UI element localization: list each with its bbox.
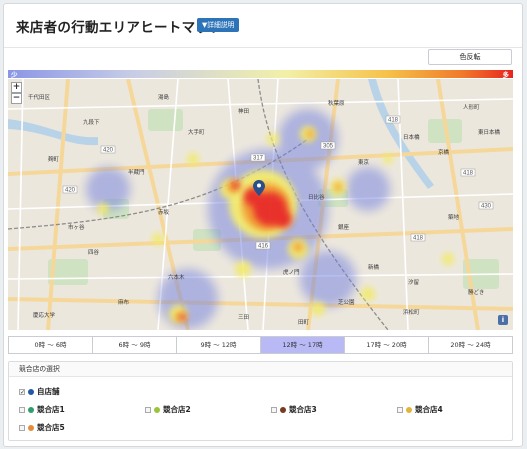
competitor-1-checkbox[interactable] [19, 406, 25, 413]
own-store-dot-icon [28, 388, 34, 395]
place-label: 市ヶ谷 [68, 223, 85, 231]
gradient-low-label: 少 [11, 71, 18, 79]
place-label: 田町 [298, 319, 310, 326]
road-label-420b: 420 [65, 188, 76, 194]
time-tab-6-9[interactable]: 6時 〜 9時 [93, 337, 177, 353]
road-label-420a: 420 [103, 148, 114, 154]
place-label: 日比谷 [308, 193, 325, 201]
place-label: 虎ノ門 [283, 268, 300, 276]
zoom-in-button[interactable]: + [11, 82, 22, 93]
road-label-416: 416 [258, 244, 269, 250]
own-store-label: 自店舗 [37, 387, 60, 396]
road-label-418b: 418 [413, 236, 424, 242]
place-label: 麻布 [118, 298, 130, 306]
heatmap-map[interactable]: 420 420 317 305 418 418 418 416 430 千代田区… [8, 79, 513, 330]
road-label-418c: 418 [463, 171, 474, 177]
time-tab-20-24[interactable]: 20時 〜 24時 [429, 337, 512, 353]
heat-gradient-legend: 少 多 [8, 70, 513, 79]
competitor-heading: 競合店の選択 [9, 362, 512, 377]
road-label-418a: 418 [388, 118, 399, 124]
place-label: 芝公園 [338, 298, 355, 306]
place-label: 神田 [238, 107, 249, 115]
competitor-3-label: 競合店3 [289, 405, 317, 414]
place-label: 三田 [238, 314, 249, 321]
place-label: 新橋 [368, 263, 380, 271]
competitor-5-option[interactable]: 競合店5 [19, 422, 65, 433]
place-label: 六本木 [168, 273, 185, 281]
place-label: 半蔵門 [128, 168, 145, 176]
road-label-317: 317 [253, 156, 264, 162]
gradient-high-label: 多 [502, 71, 510, 79]
invert-colors-button[interactable]: 色反転 [428, 49, 512, 65]
place-label: 浜松町 [403, 308, 420, 316]
place-label: 東京 [358, 158, 370, 166]
time-tab-17-20[interactable]: 17時 〜 20時 [345, 337, 429, 353]
map-info-icon[interactable]: i [498, 315, 508, 325]
detail-button-label: ▼詳細説明 [202, 21, 235, 29]
place-label: 千代田区 [28, 93, 51, 101]
place-label: 湯島 [158, 93, 170, 101]
place-label: 麹町 [48, 155, 60, 163]
own-store-option[interactable]: ✓ 自店舗 [19, 386, 60, 397]
panel-header: 来店者の行動エリアヒートマップ ▼詳細説明 [4, 4, 522, 48]
competitor-2-label: 競合店2 [163, 405, 191, 414]
place-label: 九段下 [83, 118, 100, 126]
own-store-checkbox[interactable]: ✓ [19, 388, 25, 395]
map-canvas: 420 420 317 305 418 418 418 416 430 千代田区… [8, 79, 513, 330]
competitor-4-label: 競合店4 [415, 405, 443, 414]
competitor-4-checkbox[interactable] [397, 406, 403, 413]
page-title: 来店者の行動エリアヒートマップ [16, 20, 223, 36]
place-label: 京橋 [438, 148, 450, 156]
time-range-tabs: 0時 〜 6時 6時 〜 9時 9時 〜 12時 12時 〜 17時 17時 〜… [8, 336, 513, 354]
place-label: 秋葉原 [328, 99, 345, 107]
competitor-4-dot-icon [406, 406, 412, 413]
place-label: 日本橋 [403, 133, 420, 141]
place-label: 大手町 [188, 128, 205, 136]
competitor-5-dot-icon [28, 424, 34, 431]
competitor-1-dot-icon [28, 406, 34, 413]
competitor-2-checkbox[interactable] [145, 406, 151, 413]
time-tab-0-6[interactable]: 0時 〜 6時 [9, 337, 93, 353]
competitor-3-checkbox[interactable] [271, 406, 277, 413]
competitor-3-option[interactable]: 競合店3 [271, 404, 317, 415]
place-label: 勝どき [468, 288, 484, 296]
competitor-4-option[interactable]: 競合店4 [397, 404, 443, 415]
competitor-1-option[interactable]: 競合店1 [19, 404, 65, 415]
competitor-5-label: 競合店5 [37, 423, 65, 432]
time-tab-9-12[interactable]: 9時 〜 12時 [177, 337, 261, 353]
place-label: 築地 [448, 213, 460, 221]
detail-button[interactable]: ▼詳細説明 [197, 18, 240, 32]
competitor-5-checkbox[interactable] [19, 424, 25, 431]
road-label-305: 305 [323, 144, 334, 150]
place-label: 東日本橋 [478, 128, 501, 136]
place-label: 赤坂 [158, 208, 170, 216]
competitor-2-option[interactable]: 競合店2 [145, 404, 191, 415]
place-label: 人形町 [463, 103, 480, 111]
place-label: 慶応大学 [33, 311, 56, 319]
place-label: 銀座 [338, 223, 350, 231]
competitor-selection: 競合店の選択 ✓ 自店舗 競合店1 競合店2 競合店3 競合店4 競合店5 [8, 361, 513, 441]
competitor-2-dot-icon [154, 406, 160, 413]
place-label: 汐留 [408, 278, 420, 286]
road-label-430: 430 [481, 204, 492, 210]
place-label: 四谷 [88, 248, 100, 256]
competitor-3-dot-icon [280, 406, 286, 413]
zoom-out-button[interactable]: − [11, 93, 22, 104]
competitor-1-label: 競合店1 [37, 405, 65, 414]
time-tab-12-17[interactable]: 12時 〜 17時 [261, 337, 345, 353]
